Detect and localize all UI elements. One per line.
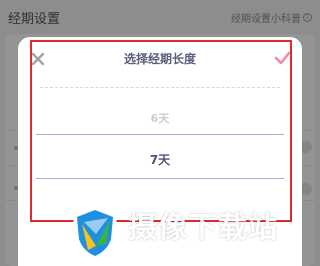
watermark-domain: sxtgr.com bbox=[210, 246, 269, 257]
annotation-highlight-box bbox=[30, 40, 292, 222]
watermark: 摄像下载站 sxtgr.com bbox=[70, 196, 320, 266]
watermark-brand: 摄像下载站 bbox=[128, 210, 279, 244]
shield-logo-icon bbox=[73, 206, 117, 260]
